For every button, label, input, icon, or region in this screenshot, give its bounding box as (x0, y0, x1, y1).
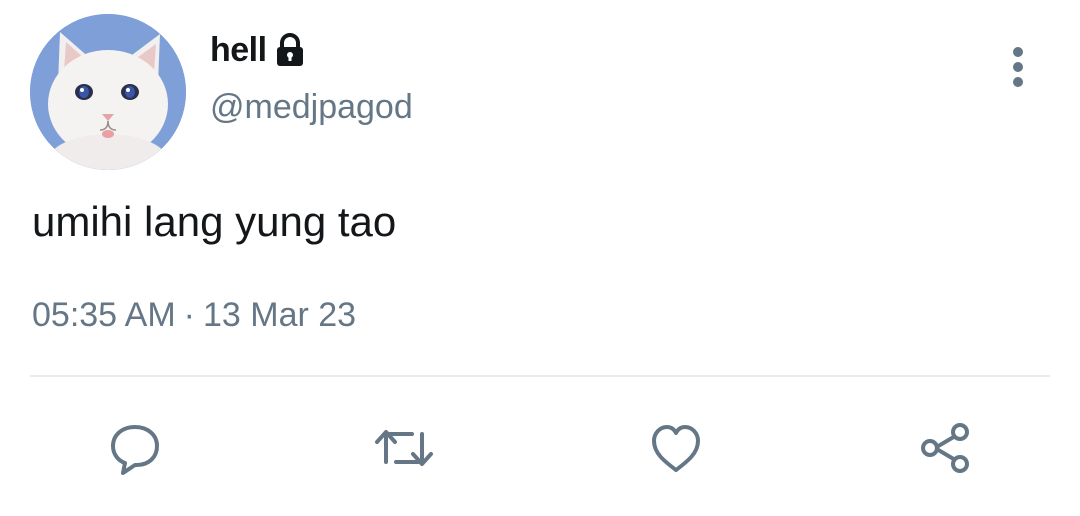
display-name-row[interactable]: hell (210, 28, 307, 72)
timestamp-separator: · (183, 296, 195, 334)
retweet-button[interactable] (370, 414, 438, 482)
user-handle[interactable]: @medjpagod (210, 88, 413, 127)
tweet-time: 05:35 AM (32, 296, 176, 334)
share-button[interactable] (912, 414, 980, 482)
tweet-date: 13 Mar 23 (202, 296, 357, 334)
share-icon (921, 423, 969, 473)
divider (30, 375, 1050, 377)
heart-icon (652, 425, 700, 472)
avatar[interactable] (30, 14, 186, 170)
vertical-ellipsis-icon (1013, 47, 1023, 87)
tweet-text: umihi lang yung tao (32, 198, 397, 245)
timestamp-row: 05:35 AM · 13 Mar 23 (32, 296, 356, 335)
retweet-icon (375, 430, 433, 466)
display-name[interactable]: hell (210, 31, 267, 70)
tweet-card: hell @medjpagod umihi lang yung tao 05:3… (0, 0, 1080, 516)
lock-icon (273, 32, 307, 68)
more-options-button[interactable] (998, 40, 1038, 92)
reply-bubble-icon (111, 425, 159, 475)
cat-avatar-image (30, 14, 186, 170)
reply-button[interactable] (101, 414, 169, 482)
like-button[interactable] (642, 414, 710, 482)
